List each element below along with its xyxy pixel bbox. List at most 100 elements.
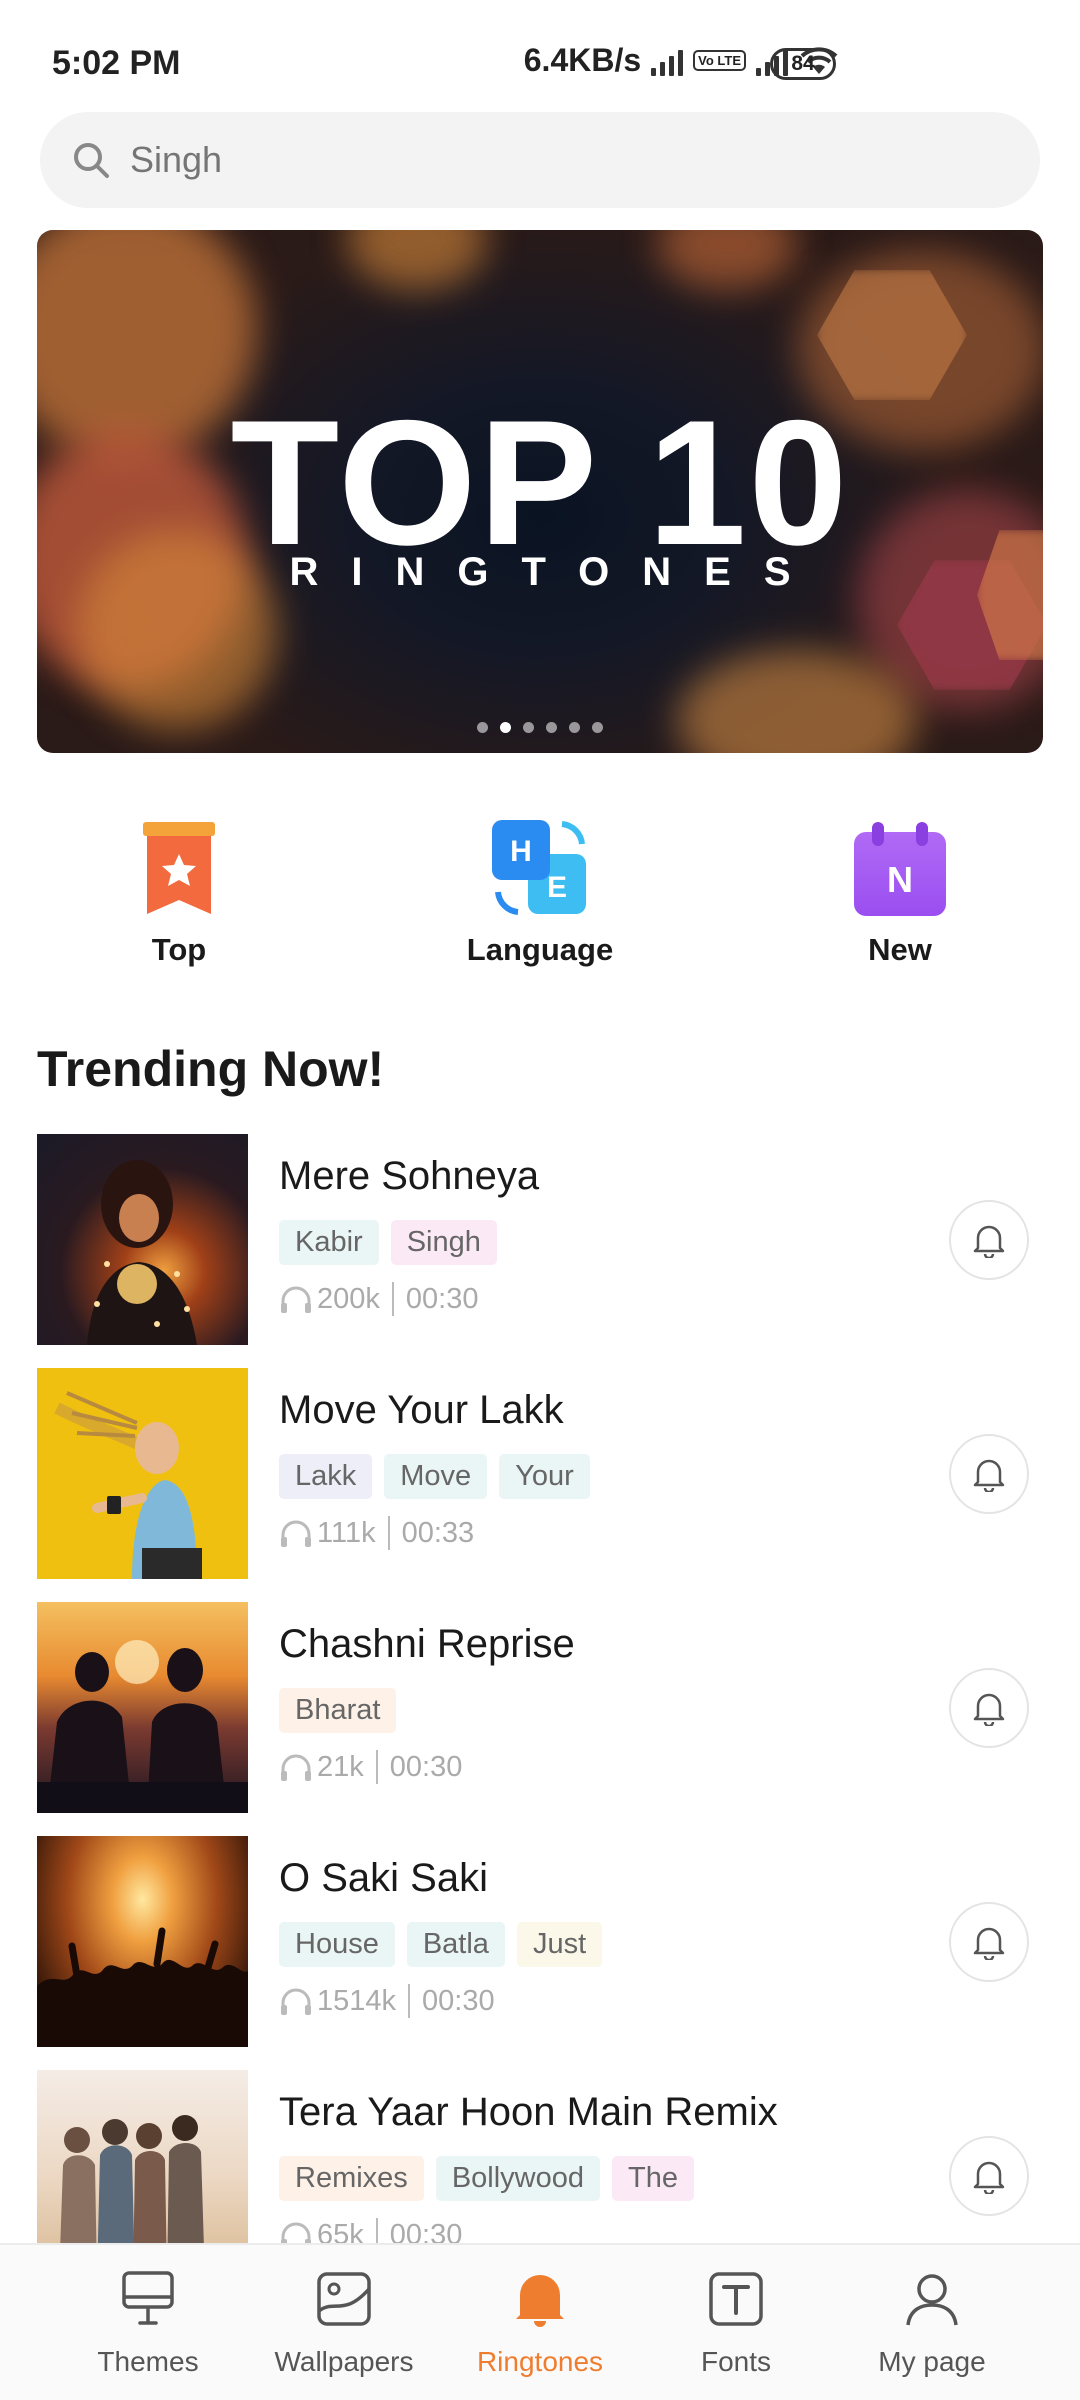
ringtone-meta: 111k 00:33 <box>279 1516 474 1550</box>
status-time: 5:02 PM <box>52 44 181 82</box>
duration: 00:30 <box>405 1282 479 1315</box>
carousel-dot-active <box>500 722 511 733</box>
ringtone-thumbnail <box>37 1602 248 1813</box>
set-ringtone-button[interactable] <box>949 1434 1029 1514</box>
search-input[interactable] <box>130 139 930 181</box>
carousel-dot <box>546 722 557 733</box>
tag[interactable]: Kabir <box>279 1220 379 1265</box>
tag[interactable]: Your <box>499 1454 590 1499</box>
network-speed: 6.4KB/s <box>523 42 642 78</box>
ringtone-meta: 200k 00:30 <box>279 1282 478 1316</box>
tag[interactable]: Lakk <box>279 1454 373 1499</box>
battery-icon: 84 <box>770 48 836 80</box>
ringtone-row[interactable]: Chashni Reprise Bharat 21k 00:30 <box>0 1602 1080 1814</box>
category-top[interactable]: Top <box>69 818 289 968</box>
ringtone-title: O Saki Saki <box>279 1856 488 1900</box>
category-label: Top <box>151 932 207 967</box>
set-ringtone-button[interactable] <box>949 1902 1029 1982</box>
bell-icon <box>973 1927 1005 1960</box>
ringtone-title: Mere Sohneya <box>279 1154 540 1198</box>
carousel-dots <box>37 722 1043 733</box>
headphones-icon <box>281 1988 311 2015</box>
section-title: Trending Now! <box>37 1041 385 1097</box>
banner-subtitle: RINGTONES <box>289 550 824 594</box>
ringtone-title: Move Your Lakk <box>279 1388 564 1432</box>
ringtone-title: Chashni Reprise <box>279 1622 575 1666</box>
tag[interactable]: Batla <box>406 1922 505 1967</box>
wallpapers-icon <box>317 2272 371 2326</box>
tag[interactable]: Just <box>516 1922 603 1967</box>
volte-icon: Vo LTE <box>693 50 746 71</box>
fonts-icon <box>709 2272 763 2326</box>
nav-label: Themes <box>97 2346 199 2377</box>
nav-label: Fonts <box>700 2346 772 2377</box>
themes-icon <box>122 2271 174 2325</box>
language-he-icon: H E <box>490 818 590 918</box>
tag[interactable]: Remixes <box>279 2156 424 2201</box>
set-ringtone-button[interactable] <box>949 1668 1029 1748</box>
nav-ringtones[interactable]: Ringtones <box>440 2269 640 2378</box>
duration: 00:30 <box>422 1984 495 2017</box>
tag-list: House Batla Just <box>279 1922 603 1967</box>
category-label: Language <box>466 932 614 967</box>
tag-list: Kabir Singh <box>279 1220 497 1265</box>
bell-icon <box>516 2275 564 2327</box>
nav-my-page[interactable]: My page <box>832 2269 1032 2378</box>
tag-list: Bharat <box>279 1688 397 1733</box>
carousel-dot <box>592 722 603 733</box>
top-ringtones-banner[interactable]: TOP 10 RINGTONES <box>37 230 1043 753</box>
person-icon <box>906 2274 958 2326</box>
ringtone-meta: 1514k 00:30 <box>279 1984 495 2018</box>
headphones-icon <box>281 1754 311 1781</box>
calendar-new-icon: N <box>850 818 950 918</box>
category-label: New <box>868 932 932 967</box>
signal-icon <box>651 46 684 76</box>
carousel-dot <box>477 722 488 733</box>
bottom-nav: Themes Wallpapers Ringtones Fonts My pag… <box>0 2243 1080 2400</box>
bell-icon <box>973 1693 1005 1726</box>
language-letter-e: E <box>547 871 567 904</box>
new-letter: N <box>887 859 913 900</box>
tag[interactable]: House <box>279 1922 395 1967</box>
tag-list: Lakk Move Your <box>279 1454 590 1499</box>
search-icon <box>74 143 109 178</box>
play-count: 200k <box>317 1282 380 1315</box>
ringtone-thumbnail <box>37 1134 248 1345</box>
set-ringtone-button[interactable] <box>949 1200 1029 1280</box>
language-letter-h: H <box>510 835 532 868</box>
tag[interactable]: The <box>612 2156 694 2201</box>
tag[interactable]: Bollywood <box>435 2156 600 2201</box>
search-bar[interactable] <box>40 112 1040 208</box>
play-count: 21k <box>317 1750 364 1783</box>
carousel-dot <box>523 722 534 733</box>
headphones-icon <box>281 1286 311 1313</box>
ringtone-thumbnail <box>37 1368 248 1579</box>
bell-icon <box>973 2161 1005 2194</box>
headphones-icon <box>281 1520 311 1547</box>
bell-icon <box>973 1225 1005 1258</box>
tag[interactable]: Bharat <box>279 1688 397 1733</box>
tag[interactable]: Move <box>384 1454 488 1499</box>
ringtone-thumbnail <box>37 1836 248 2047</box>
nav-label: My page <box>878 2346 986 2377</box>
bell-icon <box>973 1459 1005 1492</box>
ringtone-meta: 21k 00:30 <box>279 1750 462 1784</box>
tag-list: Remixes Bollywood The <box>279 2156 694 2201</box>
play-count: 1514k <box>317 1984 397 2017</box>
tag[interactable]: Singh <box>390 1220 497 1265</box>
bookmark-star-icon <box>129 818 229 918</box>
set-ringtone-button[interactable] <box>949 2136 1029 2216</box>
duration: 00:33 <box>401 1516 475 1549</box>
nav-themes[interactable]: Themes <box>48 2269 248 2378</box>
nav-wallpapers[interactable]: Wallpapers <box>244 2269 444 2378</box>
category-language[interactable]: H E Language <box>430 818 650 968</box>
nav-label: Wallpapers <box>274 2346 414 2377</box>
carousel-dot <box>569 722 580 733</box>
nav-fonts[interactable]: Fonts <box>636 2269 836 2378</box>
duration: 00:30 <box>389 1750 463 1783</box>
category-new[interactable]: N New <box>790 818 1010 968</box>
ringtone-row[interactable]: Move Your Lakk Lakk Move Your 111k 00:33 <box>0 1368 1080 1580</box>
ringtone-row[interactable]: Mere Sohneya Kabir Singh 200k 00:30 <box>0 1134 1080 1346</box>
ringtone-row[interactable]: O Saki Saki House Batla Just 1514k 00:30 <box>0 1836 1080 2048</box>
nav-label: Ringtones <box>476 2346 604 2377</box>
